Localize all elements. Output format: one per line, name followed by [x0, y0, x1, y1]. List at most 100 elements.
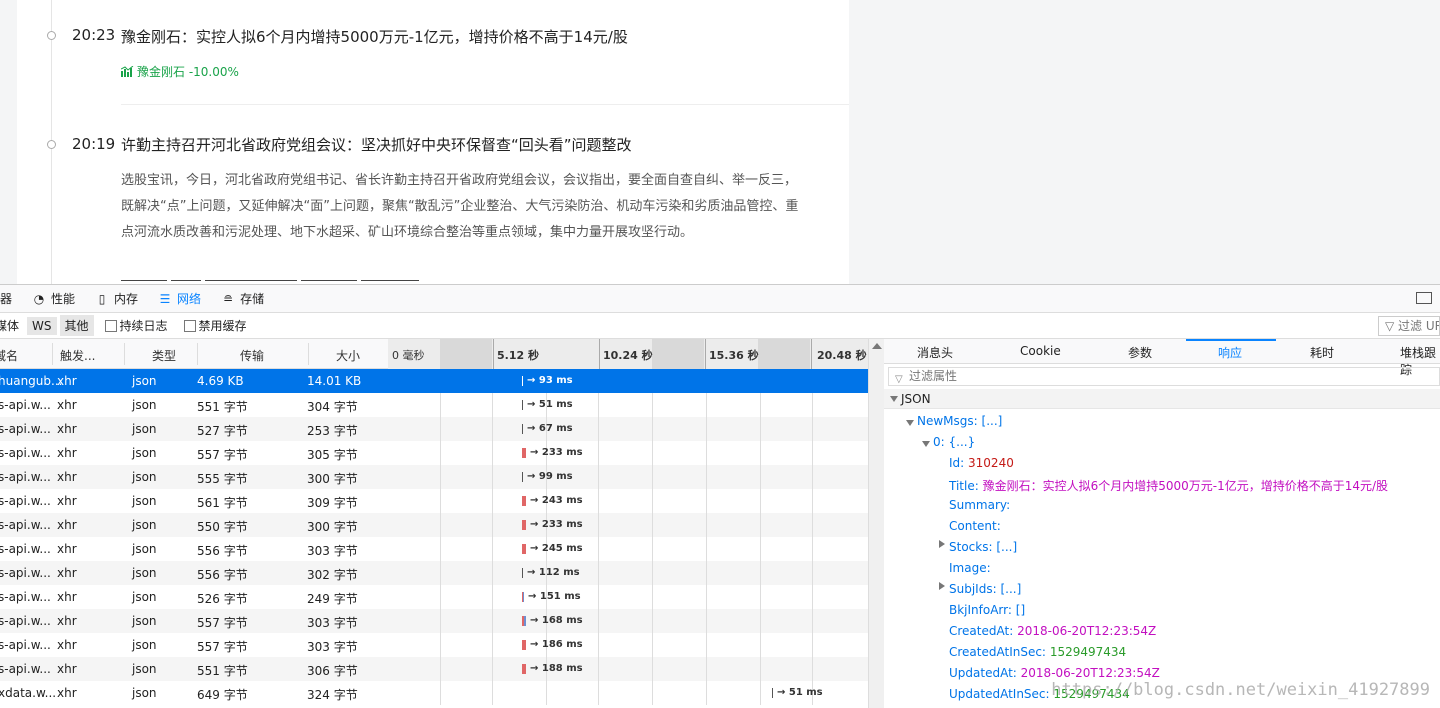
table-row[interactable]: s-api.w... xhr json 527 字节 253 字节 → 67 ms — [0, 417, 868, 441]
request-duration: → 93 ms — [527, 375, 573, 386]
filter-media-button[interactable]: 媒体 — [0, 315, 24, 336]
table-row[interactable]: s-api.w... xhr json 550 字节 300 字节 → 233 ms — [0, 513, 868, 537]
tab-memory[interactable]: ▯ 内存 — [85, 285, 148, 313]
waterfall-gridline — [492, 489, 493, 513]
waterfall-gridline — [440, 513, 441, 537]
news-headline[interactable]: 许勤主持召开河北省政府党组会议：坚决抓好中央环保督查“回头看”问题整改 — [121, 134, 632, 155]
waterfall-header[interactable]: 0 毫秒 5.12 秒 10.24 秒 15.36 秒 20.48 秒 — [388, 339, 868, 369]
request-size: 303 字节 — [307, 640, 358, 654]
tab-storage[interactable]: ≘ 存储 — [211, 285, 274, 313]
json-row[interactable]: NewMsgs: [...] — [917, 414, 1002, 428]
request-domain: s-api.w... — [0, 446, 51, 460]
waterfall-gridline — [492, 585, 493, 609]
table-row[interactable]: xdata.w... xhr json 649 字节 324 字节 → 51 ms — [0, 681, 868, 705]
request-cause: xhr — [57, 422, 77, 436]
url-filter-input[interactable]: ▽ 过滤 URL — [1378, 316, 1440, 336]
request-transferred: 557 字节 — [197, 448, 248, 462]
news-headline[interactable]: 豫金刚石：实控人拟6个月内增持5000万元-1亿元，增持价格不高于14元/股 — [121, 26, 628, 47]
table-row[interactable]: s-api.w... xhr json 561 字节 309 字节 → 243 ms — [0, 489, 868, 513]
col-size[interactable]: 大小 — [336, 347, 360, 364]
news-divider — [121, 104, 849, 105]
col-domain[interactable]: 域名 — [0, 347, 18, 364]
waterfall-gridline — [440, 561, 441, 585]
waterfall-gridline — [812, 609, 813, 633]
tab-timings[interactable]: 耗时 — [1310, 344, 1334, 361]
request-cause: xhr — [57, 470, 77, 484]
tab-headers[interactable]: 消息头 — [917, 344, 953, 361]
table-row[interactable]: s-api.w... xhr json 526 字节 249 字节 → 151 ms — [0, 585, 868, 609]
tab-network[interactable]: ☰ 网络 — [148, 285, 211, 313]
waterfall-gridline — [652, 609, 653, 633]
collapse-arrow-icon[interactable] — [939, 540, 945, 548]
table-row[interactable]: s-api.w... xhr json 556 字节 302 字节 → 112 ms — [0, 561, 868, 585]
table-row[interactable]: s-api.w... xhr json 556 字节 303 字节 → 245 ms — [0, 537, 868, 561]
request-duration: → 67 ms — [527, 423, 573, 434]
persist-logs-checkbox[interactable]: 持续日志 — [104, 317, 168, 334]
disable-cache-checkbox[interactable]: 禁用缓存 — [183, 317, 247, 334]
waterfall-gridline — [812, 657, 813, 681]
table-row[interactable]: s-api.w... xhr json 557 字节 303 字节 → 168 ms — [0, 609, 868, 633]
web-page: 20:23 豫金刚石：实控人拟6个月内增持5000万元-1亿元，增持价格不高于1… — [0, 0, 1440, 284]
collapse-arrow-icon[interactable] — [939, 582, 945, 590]
waterfall-gridline — [492, 657, 493, 681]
scroll-up-arrow-icon[interactable] — [872, 343, 882, 349]
timing-bar — [522, 496, 526, 506]
request-size: 303 字节 — [307, 544, 358, 558]
table-row[interactable]: huangub... xhr json 4.69 KB 14.01 KB → 93 ms — [0, 369, 868, 393]
waterfall-gridline — [440, 537, 441, 561]
json-section-header[interactable]: JSON — [884, 389, 1440, 409]
tab-label: 性能 — [51, 292, 76, 306]
table-row[interactable]: s-api.w... xhr json 555 字节 300 字节 → 99 ms — [0, 465, 868, 489]
waterfall-gridline — [706, 609, 707, 633]
tab-debugger[interactable]: 器 — [0, 285, 22, 313]
filter-ws-button[interactable]: WS — [27, 316, 57, 335]
table-row[interactable]: s-api.w... xhr json 551 字节 306 字节 → 188 ms — [0, 657, 868, 681]
waterfall-gridline — [440, 633, 441, 657]
tab-response[interactable]: 响应 — [1218, 344, 1242, 361]
tab-performance[interactable]: ◔ 性能 — [22, 285, 85, 313]
checkbox-box — [104, 319, 117, 332]
request-type: json — [132, 470, 157, 484]
request-size: 304 字节 — [307, 400, 358, 414]
request-domain: s-api.w... — [0, 590, 51, 604]
waterfall-gridline — [652, 441, 653, 465]
waterfall-gridline — [812, 585, 813, 609]
waterfall-gridline — [652, 393, 653, 417]
waterfall-gridline — [598, 393, 599, 417]
json-row[interactable]: SubjIds: [...] — [949, 582, 1021, 596]
json-row[interactable]: Stocks: [...] — [949, 540, 1017, 554]
request-domain: s-api.w... — [0, 494, 51, 508]
table-row[interactable]: s-api.w... xhr json 557 字节 303 字节 → 186 ms — [0, 633, 868, 657]
storage-icon: ≘ — [223, 291, 234, 306]
col-cause[interactable]: 触发... — [60, 347, 95, 364]
request-list-scrollbar[interactable] — [868, 339, 884, 708]
tab-cookies[interactable]: Cookie — [1020, 344, 1061, 358]
expand-arrow-icon[interactable] — [890, 396, 898, 402]
col-transferred[interactable]: 传输 — [240, 347, 264, 364]
expand-arrow-icon[interactable] — [906, 420, 914, 426]
tab-params[interactable]: 参数 — [1128, 344, 1152, 361]
expand-arrow-icon[interactable] — [922, 441, 930, 447]
devtools-panel: 器 ◔ 性能 ▯ 内存 ☰ 网络 ≘ 存储 媒体 WS 其他 持续日志 禁用缓存… — [0, 284, 1440, 708]
tick-label: 20.48 秒 — [817, 349, 867, 362]
timing-bar — [522, 568, 523, 578]
waterfall-gridline — [760, 489, 761, 513]
json-row[interactable]: 0: {...} — [933, 435, 975, 449]
stock-tag[interactable]: 豫金刚石 -10.00% — [121, 63, 239, 80]
request-size: 303 字节 — [307, 616, 358, 630]
waterfall-gridline — [812, 441, 813, 465]
table-row[interactable]: s-api.w... xhr json 557 字节 305 字节 → 233 ms — [0, 441, 868, 465]
waterfall-gridline — [812, 513, 813, 537]
request-duration: → 112 ms — [527, 567, 580, 578]
waterfall-gridline — [706, 513, 707, 537]
table-row[interactable]: s-api.w... xhr json 551 字节 304 字节 → 51 ms — [0, 393, 868, 417]
dock-side-icon[interactable] — [1416, 292, 1432, 304]
request-size: 306 字节 — [307, 664, 358, 678]
request-duration: → 243 ms — [530, 495, 583, 506]
waterfall-gridline — [440, 609, 441, 633]
active-tab-indicator — [1186, 339, 1276, 341]
news-time: 20:23 — [72, 26, 116, 44]
col-type[interactable]: 类型 — [152, 347, 176, 364]
property-filter-input[interactable]: ▽ 过滤属性 — [888, 367, 1440, 386]
filter-other-button[interactable]: 其他 — [59, 315, 94, 336]
